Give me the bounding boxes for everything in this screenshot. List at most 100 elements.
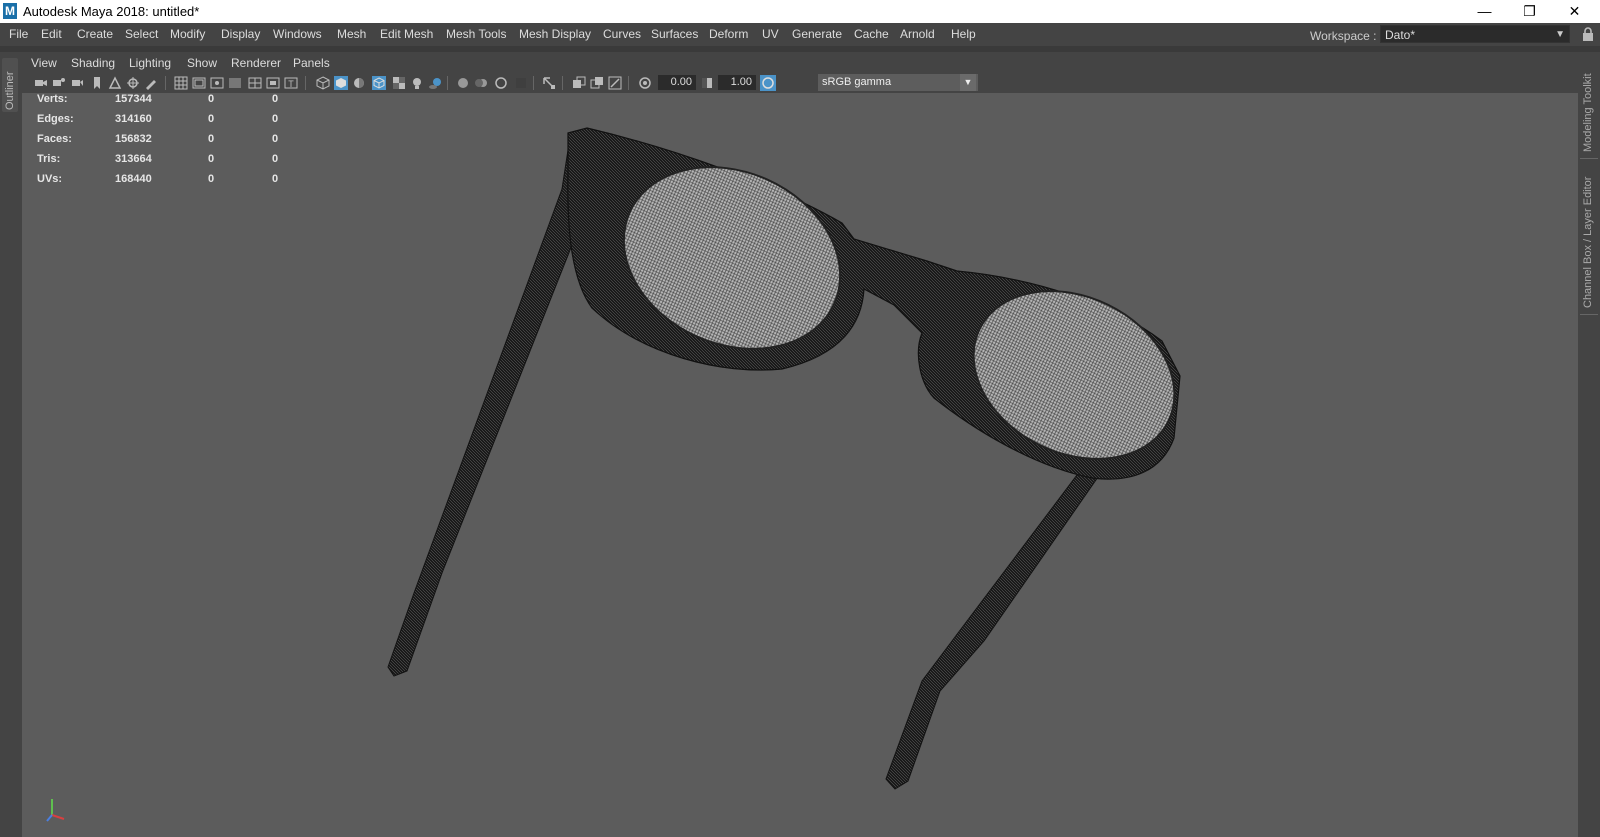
depth-of-field-icon[interactable] xyxy=(514,76,528,90)
close-button[interactable]: ✕ xyxy=(1552,0,1597,23)
workspace-label: Workspace : xyxy=(1310,29,1377,43)
workspace-dropdown[interactable]: Dato* ▼ xyxy=(1380,25,1570,43)
minimize-button[interactable]: — xyxy=(1462,0,1507,23)
chevron-down-icon: ▼ xyxy=(1555,29,1565,40)
restore-button[interactable]: ❐ xyxy=(1507,0,1552,23)
menu-surfaces[interactable]: Surfaces xyxy=(651,27,698,41)
main-menu-bar: File Edit Create Select Modify Display W… xyxy=(0,23,1600,45)
hud-edges-total: 314160 xyxy=(115,113,152,125)
select-camera-icon[interactable] xyxy=(34,76,48,90)
anti-aliasing-icon[interactable] xyxy=(494,76,508,90)
hud-edges-selected: 0 xyxy=(208,113,215,125)
field-chart-icon[interactable] xyxy=(248,76,262,90)
hud-verts-label: Verts: xyxy=(37,93,68,105)
hud-verts-components: 0 xyxy=(272,93,279,105)
menu-file[interactable]: File xyxy=(9,27,28,41)
bookmark-camera-icon[interactable] xyxy=(70,76,84,90)
menu-generate[interactable]: Generate xyxy=(792,27,842,41)
camera-attributes-icon[interactable] xyxy=(52,76,66,90)
hud-edges-components: 0 xyxy=(272,113,279,125)
menu-edit-mesh[interactable]: Edit Mesh xyxy=(380,27,433,41)
menu-mesh[interactable]: Mesh xyxy=(337,27,366,41)
toolbar-divider xyxy=(447,76,448,90)
grease-pencil-icon[interactable] xyxy=(144,76,158,90)
safe-title-icon[interactable]: T xyxy=(284,76,298,90)
gamma-field[interactable]: 1.00 xyxy=(718,75,756,90)
xray-icon[interactable] xyxy=(572,76,586,90)
menu-display[interactable]: Display xyxy=(221,27,260,41)
menu-cache[interactable]: Cache xyxy=(854,27,889,41)
gamma-icon[interactable] xyxy=(700,76,714,90)
xray-active-components-icon[interactable] xyxy=(590,76,604,90)
menu-mesh-tools[interactable]: Mesh Tools xyxy=(446,27,506,41)
menu-uv[interactable]: UV xyxy=(762,27,779,41)
shadows-icon[interactable] xyxy=(428,76,442,90)
bookmark-icon[interactable] xyxy=(90,76,104,90)
outliner-tab[interactable]: Outliner xyxy=(2,58,18,112)
menu-mesh-display[interactable]: Mesh Display xyxy=(519,27,591,41)
wireframe-on-shaded-icon[interactable] xyxy=(372,76,386,90)
modeling-toolkit-tab[interactable]: Modeling Toolkit xyxy=(1582,73,1594,152)
use-all-lights-icon[interactable] xyxy=(410,76,424,90)
hud-tris-label: Tris: xyxy=(37,153,61,165)
glasses-wireframe-mesh[interactable] xyxy=(22,93,1578,837)
menu-curves[interactable]: Curves xyxy=(603,27,641,41)
chevron-down-icon: ▼ xyxy=(960,74,976,91)
screen-space-ao-icon[interactable] xyxy=(456,76,470,90)
menu-windows[interactable]: Windows xyxy=(273,27,322,41)
textured-icon[interactable] xyxy=(392,76,406,90)
grid-icon[interactable] xyxy=(174,76,188,90)
menu-deform[interactable]: Deform xyxy=(709,27,748,41)
toolbar-divider xyxy=(628,76,629,90)
resolution-gate-icon[interactable] xyxy=(210,76,224,90)
hud-verts-selected: 0 xyxy=(208,93,215,105)
menu-help[interactable]: Help xyxy=(951,27,976,41)
smooth-shade-icon[interactable] xyxy=(334,76,348,90)
hud-uvs-selected: 0 xyxy=(208,173,215,185)
panel-menu-bar: View Shading Lighting Show Renderer Pane… xyxy=(22,52,1578,73)
panel-menu-renderer[interactable]: Renderer xyxy=(231,56,281,70)
exposure-icon[interactable] xyxy=(638,76,652,90)
panel-menu-lighting[interactable]: Lighting xyxy=(129,56,171,70)
window-title: Autodesk Maya 2018: untitled* xyxy=(23,4,200,19)
toolbar-divider xyxy=(305,76,306,90)
svg-text:T: T xyxy=(288,79,294,89)
hud-tris-selected: 0 xyxy=(208,153,215,165)
view-axis-icon xyxy=(46,799,65,822)
viewport-3d[interactable]: Verts: 157344 0 0 Edges: 314160 0 0 Face… xyxy=(22,93,1578,837)
panel-menu-show[interactable]: Show xyxy=(187,56,217,70)
hud-verts-total: 157344 xyxy=(115,93,152,105)
gate-mask-icon[interactable] xyxy=(228,76,242,90)
xray-joints-icon[interactable] xyxy=(608,76,622,90)
safe-action-icon[interactable] xyxy=(266,76,280,90)
color-space-dropdown[interactable]: sRGB gamma ▼ xyxy=(818,74,978,91)
panel-menu-shading[interactable]: Shading xyxy=(71,56,115,70)
image-plane-icon[interactable] xyxy=(108,76,122,90)
view-transform-icon[interactable] xyxy=(760,75,776,91)
isolate-select-icon[interactable] xyxy=(542,76,556,90)
menu-edit[interactable]: Edit xyxy=(41,27,62,41)
tab-divider xyxy=(1580,158,1598,159)
panel-toolbar: T 0.00 1.00 sRGB gamma ▼ xyxy=(22,73,1578,93)
hud-faces-label: Faces: xyxy=(37,133,72,145)
motion-blur-icon[interactable] xyxy=(474,76,488,90)
film-gate-icon[interactable] xyxy=(192,76,206,90)
hud-tris-components: 0 xyxy=(272,153,279,165)
2d-pan-zoom-icon[interactable] xyxy=(126,76,140,90)
default-material-icon[interactable] xyxy=(352,76,366,90)
toolbar-divider xyxy=(562,76,563,90)
wireframe-cube-icon[interactable] xyxy=(316,76,330,90)
channel-box-tab[interactable]: Channel Box / Layer Editor xyxy=(1582,177,1594,308)
hud-faces-selected: 0 xyxy=(208,133,215,145)
hud-tris-total: 313664 xyxy=(115,153,152,165)
menu-modify[interactable]: Modify xyxy=(170,27,205,41)
exposure-field[interactable]: 0.00 xyxy=(658,75,696,90)
hud-edges-label: Edges: xyxy=(37,113,74,125)
panel-menu-panels[interactable]: Panels xyxy=(293,56,330,70)
panel-menu-view[interactable]: View xyxy=(31,56,57,70)
menu-select[interactable]: Select xyxy=(125,27,158,41)
lock-icon[interactable] xyxy=(1582,27,1594,41)
menu-create[interactable]: Create xyxy=(77,27,113,41)
menu-arnold[interactable]: Arnold xyxy=(900,27,935,41)
maya-app-icon: M xyxy=(3,3,17,19)
